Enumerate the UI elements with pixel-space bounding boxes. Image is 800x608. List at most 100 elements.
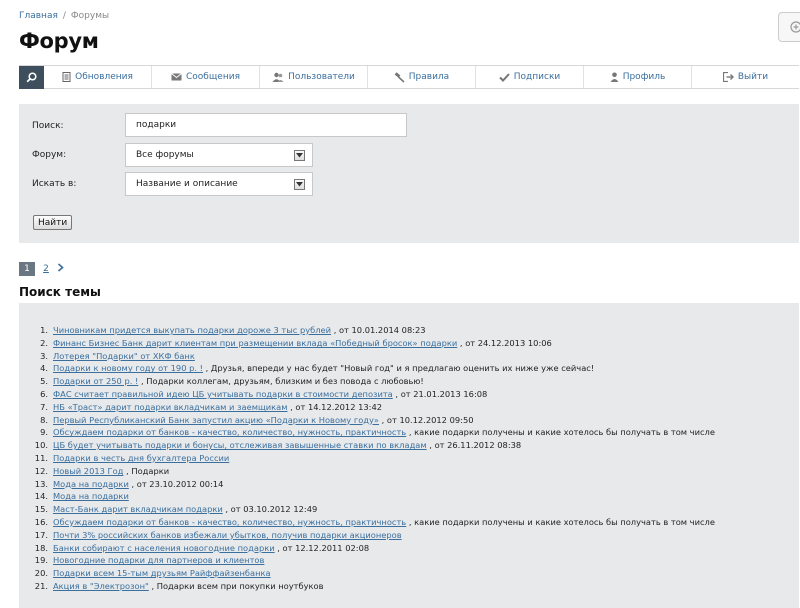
topic-link[interactable]: Банки собирают с населения новогодние по… <box>53 542 275 555</box>
find-button[interactable]: Найти <box>33 215 73 230</box>
topic-link[interactable]: Почти 3% российских банков избежали убыт… <box>53 529 402 542</box>
list-item-number: 11. <box>34 452 48 463</box>
next-page-button[interactable] <box>57 263 64 275</box>
topic-description: , Подарки всем при покупки ноутбуков <box>148 580 324 591</box>
list-item-number: 5. <box>40 376 48 387</box>
forum-nav-bar: Обновления Сообщения Пользователи Правил… <box>19 65 799 89</box>
topic-link[interactable]: НБ «Траст» дарит подарки вкладчикам и за… <box>53 401 288 414</box>
list-item: 13. Мода на подарки , от 23.10.2012 00:14 <box>19 478 799 491</box>
list-item: 4. Подарки к новому году от 190 р. ! , Др… <box>19 362 799 375</box>
topic-link[interactable]: Маст-Банк дарит вкладчикам подарки <box>53 503 223 516</box>
topic-link[interactable]: Лотерея "Подарки" от ХКФ банк <box>53 350 195 363</box>
topic-link[interactable]: Обсуждаем подарки от банков - качество, … <box>53 516 406 529</box>
list-item-number: 13. <box>34 478 48 489</box>
pagination: 1 2 <box>19 262 64 276</box>
logout-icon <box>722 72 734 82</box>
topic-link[interactable]: Новый 2013 Год <box>53 465 123 478</box>
scope-select[interactable]: Название и описание <box>125 172 313 196</box>
nav-item-label: Подписки <box>513 72 561 82</box>
topic-description: , от 23.10.2012 00:14 <box>128 478 224 489</box>
topic-link[interactable]: Подарки в честь дня бухгалтера России <box>53 452 229 465</box>
list-item: 10. ЦБ будет учитывать подарки и бонусы, … <box>19 439 799 452</box>
forum-select-value: Все форумы <box>136 150 194 160</box>
zoom-in-icon <box>790 21 800 33</box>
nav-item-label: Сообщения <box>185 72 240 82</box>
list-item-number: 20. <box>34 568 48 579</box>
results-panel: 1. Чиновникам придется выкупать подарки д… <box>19 303 799 608</box>
list-item: 6. ФАС считает правильной идею ЦБ учитыва… <box>19 388 799 401</box>
topic-description: , от 14.12.2012 13:42 <box>287 401 383 412</box>
nav-item-users[interactable]: Пользователи <box>260 66 368 88</box>
topic-description: , Подарки коллегам, друзьям, близким и б… <box>138 376 424 387</box>
list-item: 3. Лотерея "Подарки" от ХКФ банк <box>19 350 799 363</box>
chevron-down-icon <box>294 150 305 161</box>
document-icon <box>62 72 71 82</box>
topic-link[interactable]: Мода на подарки <box>53 478 129 491</box>
topic-description: , Подарки <box>123 465 170 476</box>
list-item-number: 14. <box>34 491 48 502</box>
breadcrumb: Главная / Форумы <box>19 11 109 21</box>
nav-item-label: Профиль <box>622 72 666 82</box>
topic-link[interactable]: Подарки от 250 р. ! <box>53 375 138 388</box>
list-item: 1. Чиновникам придется выкупать подарки д… <box>19 324 799 337</box>
topic-description: , Друзья, впереди у нас будет "Новый год… <box>202 363 595 374</box>
list-item-number: 21. <box>34 580 48 591</box>
topic-link[interactable]: Новогодние подарки для партнеров и клиен… <box>53 554 264 567</box>
nav-item-messages[interactable]: Сообщения <box>152 66 260 88</box>
topic-link[interactable]: Обсуждаем подарки от банков - качество, … <box>53 426 406 439</box>
topic-link[interactable]: Подарки к новому году от 190 р. ! <box>53 362 203 375</box>
search-query-input[interactable] <box>125 113 407 137</box>
list-item-number: 1. <box>40 325 48 335</box>
breadcrumb-home-link[interactable]: Главная <box>19 11 58 21</box>
topic-link[interactable]: Чиновникам придется выкупать подарки дор… <box>53 324 331 337</box>
list-item: 15. Маст-Банк дарит вкладчикам подарки , … <box>19 503 799 516</box>
users-icon <box>272 72 284 82</box>
nav-item-logout[interactable]: Выйти <box>692 66 799 88</box>
page-link[interactable]: 2 <box>41 264 51 274</box>
list-item-number: 12. <box>34 465 48 476</box>
nav-item-label: Пользователи <box>288 72 355 82</box>
nav-item-label: Правила <box>408 72 450 82</box>
scope-label: Искать в: <box>32 179 77 189</box>
nav-item-label: Выйти <box>737 72 769 82</box>
topic-description: , от 10.01.2014 08:23 <box>331 325 426 335</box>
topic-link[interactable]: Мода на подарки <box>53 490 129 503</box>
topic-link[interactable]: Подарки всем 15-тым друзьям Райффайзенба… <box>53 567 271 580</box>
topic-link[interactable]: Первый Республиканский Банк запустил акц… <box>53 414 379 427</box>
search-form: Поиск: Форум: Все форумы Искать в: Назва… <box>19 104 799 243</box>
gavel-icon <box>394 71 405 83</box>
list-item-number: 16. <box>34 516 48 527</box>
list-item: 21. Акция в "Электрозон" , Подарки всем п… <box>19 580 799 593</box>
forum-label: Форум: <box>32 150 67 160</box>
list-item: 7. НБ «Траст» дарит подарки вкладчикам и … <box>19 401 799 414</box>
nav-item-subscriptions[interactable]: Подписки <box>476 66 584 88</box>
list-item-number: 7. <box>40 401 48 412</box>
list-item-number: 8. <box>40 414 48 425</box>
forum-select[interactable]: Все форумы <box>125 143 313 167</box>
user-icon <box>610 72 619 82</box>
zoom-widget[interactable] <box>778 12 800 42</box>
topic-link[interactable]: Финанс Бизнес Банк дарит клиентам при ра… <box>53 337 457 350</box>
search-icon <box>26 72 37 83</box>
list-item: 8. Первый Республиканский Банк запустил а… <box>19 414 799 427</box>
scope-select-value: Название и описание <box>136 179 238 189</box>
list-item: 12. Новый 2013 Год , Подарки <box>19 465 799 478</box>
topic-link[interactable]: Акция в "Электрозон" <box>53 580 149 593</box>
nav-search-button[interactable] <box>19 66 44 89</box>
topic-description: , от 24.12.2013 10:06 <box>457 337 552 348</box>
nav-item-rules[interactable]: Правила <box>368 66 476 88</box>
topic-link[interactable]: ЦБ будет учитывать подарки и бонусы, отс… <box>53 439 427 452</box>
list-item: 20. Подарки всем 15-тым друзьям Райффайзе… <box>19 567 799 580</box>
list-item: 14. Мода на подарки <box>19 490 799 503</box>
chevron-right-icon <box>57 263 64 272</box>
nav-item-label: Обновления <box>75 72 133 82</box>
breadcrumb-current: Форумы <box>70 11 110 21</box>
topic-description: , от 26.11.2012 08:38 <box>426 440 522 451</box>
list-item: 18. Банки собирают с населения новогодние… <box>19 542 799 555</box>
page-title: Форум <box>19 29 99 53</box>
nav-item-updates[interactable]: Обновления <box>44 66 152 88</box>
topic-link[interactable]: ФАС считает правильной идею ЦБ учитывать… <box>53 388 393 401</box>
list-item-number: 9. <box>40 427 48 438</box>
nav-item-profile[interactable]: Профиль <box>584 66 692 88</box>
list-item-number: 2. <box>40 337 48 348</box>
